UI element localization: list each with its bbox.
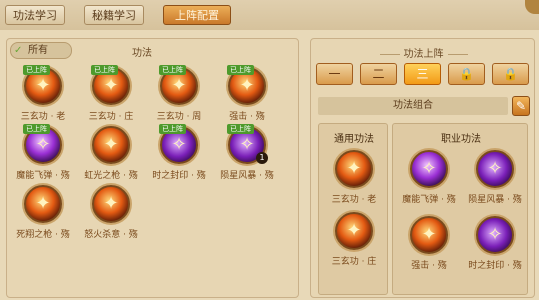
skill-glyph: ✦ (35, 193, 51, 214)
lock-icon: 🔒 (503, 67, 518, 81)
common-skills-title: 通用功法 (334, 134, 374, 145)
skill-label: 陨星风暴 · 殇 (468, 195, 522, 205)
equipped-badge: 已上阵 (91, 65, 118, 75)
equipped-badge: 已上阵 (23, 124, 50, 134)
skill-card[interactable]: ✦ 已上阵 三玄功 · 庄 (81, 65, 141, 133)
rank-badge: 1 (256, 152, 268, 164)
skill-label: 魔能飞弹 · 殇 (16, 171, 70, 181)
slot-1-button[interactable]: 一 (316, 63, 353, 85)
skill-card[interactable]: ✦ 死翔之枪 · 殇 (13, 185, 73, 251)
loadout-panel: 功法上阵 一 二 三 🔒 🔒 功法组合 ✎ 通用功法 ✦ 三玄功 · 老 ✦ 三玄功 … (310, 38, 535, 298)
check-icon: ✓ (14, 45, 23, 56)
skill-label: 三玄功 · 周 (156, 112, 202, 122)
edit-combo-button[interactable]: ✎ (512, 96, 530, 116)
skill-card[interactable]: ✧ 陨星风暴 · 殇 (465, 150, 525, 216)
combo-bar: 功法组合 (318, 97, 508, 115)
skill-card[interactable]: ✦ 怒火杀意 · 殇 (81, 185, 141, 251)
corner-ornament (525, 0, 539, 14)
skill-card[interactable]: ✦ 强击 · 殇 (399, 216, 459, 282)
skill-glyph: ✧ (487, 158, 503, 179)
skill-card[interactable]: ✦ 虹光之枪 · 殇 (81, 126, 141, 192)
slot-5-locked-button[interactable]: 🔒 (492, 63, 529, 85)
pencil-icon: ✎ (515, 99, 527, 113)
inventory-title-text: 功法 (132, 48, 152, 59)
skill-label: 时之封印 · 殇 (152, 171, 206, 181)
class-skills-panel: 职业功法 ✧ 魔能飞弹 · 殇 ✧ 陨星风暴 · 殇 ✦ 强击 · 殇 ✧ 时之封印 · 殇 (392, 123, 528, 295)
skill-card[interactable]: ✧ 魔能飞弹 · 殇 (399, 150, 459, 216)
skill-glyph: ✦ (103, 134, 119, 155)
skill-label: 三玄功 · 老 (20, 112, 66, 122)
slot-4-locked-button[interactable]: 🔒 (448, 63, 485, 85)
skill-glyph: ✦ (103, 193, 119, 214)
skill-label: 魔能飞弹 · 殇 (402, 195, 456, 205)
skill-label: 怒火杀意 · 殇 (84, 230, 138, 240)
tab-loadout-config[interactable]: 上阵配置 (163, 5, 231, 25)
filter-dropdown[interactable]: ✓ 所有 (10, 42, 72, 59)
equipped-badge: 已上阵 (159, 124, 186, 134)
skill-card[interactable]: ✦ 三玄功 · 庄 (324, 212, 384, 278)
equipped-badge: 已上阵 (227, 65, 254, 75)
equipped-badge: 已上阵 (227, 124, 254, 134)
skill-glyph: ✦ (346, 220, 362, 241)
loadout-title-text: 功法上阵 (403, 49, 444, 60)
loadout-section-title: 功法上阵 (361, 45, 486, 60)
skill-label: 时之封印 · 殇 (468, 261, 522, 271)
skill-label: 三玄功 · 庄 (331, 257, 377, 267)
skill-label: 死翔之枪 · 殇 (16, 230, 70, 240)
skill-label: 陨星风暴 · 殇 (220, 171, 274, 181)
skill-card[interactable]: ✧ 时之封印 · 殇 (465, 216, 525, 282)
inventory-section-title: 功法 (107, 44, 177, 59)
skill-label: 强击 · 殇 (411, 261, 447, 271)
equipped-badge: 已上阵 (159, 65, 186, 75)
skill-glyph: ✦ (346, 158, 362, 179)
top-tab-bar: 功法学习 秘籍学习 上阵配置 (0, 0, 539, 30)
tab-manual-learning[interactable]: 秘籍学习 (84, 5, 144, 25)
class-skills-title: 职业功法 (441, 134, 481, 145)
skill-glyph: ✧ (487, 224, 503, 245)
skill-label: 强击 · 殇 (229, 112, 265, 122)
skill-card[interactable]: ✦ 三玄功 · 老 (324, 150, 384, 216)
lock-icon: 🔒 (459, 67, 474, 81)
skill-card[interactable]: ✧ 已上阵 时之封印 · 殇 (149, 124, 209, 192)
skill-card[interactable]: ✧ 已上阵 1 陨星风暴 · 殇 (217, 124, 277, 192)
skill-inventory-panel: ✓ 所有 功法 ✦ 已上阵 三玄功 · 老 ✦ 已上阵 三玄功 · 庄 ✦ 已上阵 三玄功 · … (6, 38, 299, 298)
skill-label: 三玄功 · 老 (331, 195, 377, 205)
slot-3-button[interactable]: 三 (404, 63, 441, 85)
skill-glyph: ✦ (421, 224, 437, 245)
skill-glyph: ✧ (421, 158, 437, 179)
equipped-badge: 已上阵 (23, 65, 50, 75)
loadout-slots: 一 二 三 🔒 🔒 (316, 63, 530, 85)
combo-label: 功法组合 (393, 100, 433, 111)
tab-skill-learning[interactable]: 功法学习 (5, 5, 65, 25)
skill-label: 虹光之枪 · 殇 (84, 171, 138, 181)
filter-label: 所有 (28, 45, 48, 56)
common-skills-panel: 通用功法 ✦ 三玄功 · 老 ✦ 三玄功 · 庄 (318, 123, 388, 295)
slot-2-button[interactable]: 二 (360, 63, 397, 85)
skill-label: 三玄功 · 庄 (88, 112, 134, 122)
skill-card[interactable]: ✧ 已上阵 魔能飞弹 · 殇 (13, 124, 73, 192)
